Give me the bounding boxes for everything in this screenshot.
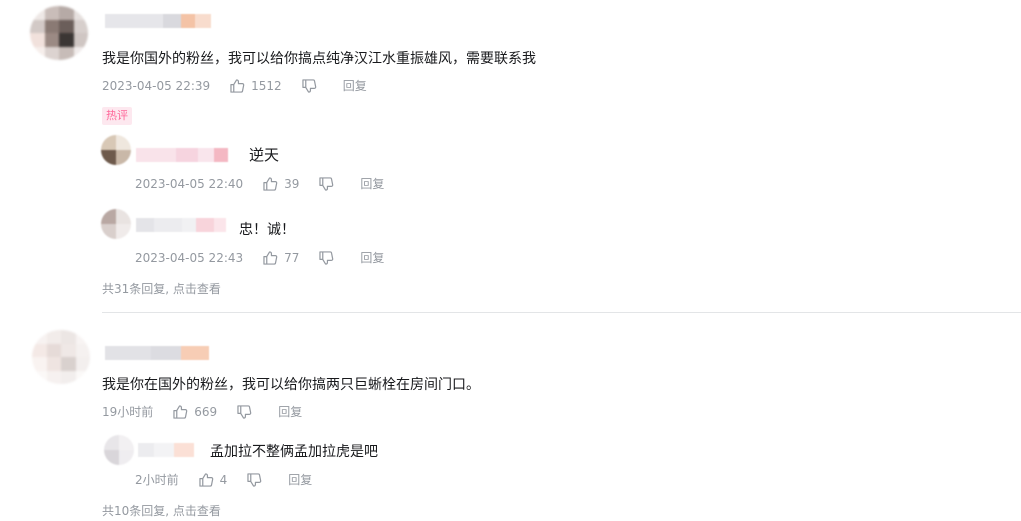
like-count: 669 bbox=[194, 404, 218, 419]
reply-time: 2小时前 bbox=[135, 473, 179, 487]
thumb-up-icon bbox=[263, 176, 278, 191]
username[interactable] bbox=[136, 148, 228, 162]
like-button[interactable]: 669 bbox=[173, 405, 217, 419]
thumb-down-icon bbox=[247, 472, 262, 487]
thumb-down-icon bbox=[237, 404, 252, 419]
username[interactable] bbox=[105, 14, 211, 28]
like-count: 4 bbox=[219, 472, 228, 487]
thumb-up-icon bbox=[263, 250, 278, 265]
thumb-up-icon bbox=[230, 78, 245, 93]
comment-text: 我是你国外的粉丝，我可以给你搞点纯净汉江水重振雄风，需要联系我 bbox=[102, 51, 536, 67]
like-count: 1512 bbox=[251, 78, 282, 93]
reply-time: 2023-04-05 22:40 bbox=[135, 176, 244, 191]
thumb-down-icon bbox=[302, 78, 316, 93]
view-more-replies-link[interactable]: 共10条回复, 点击查看 bbox=[102, 502, 221, 519]
thumb-up-icon bbox=[199, 472, 213, 487]
reply-meta: 2023-04-05 22:43 77 回复 bbox=[135, 249, 384, 266]
thumb-down-icon bbox=[319, 250, 334, 265]
avatar[interactable] bbox=[101, 209, 131, 239]
like-button[interactable]: 4 bbox=[199, 472, 228, 487]
view-more-replies-link[interactable]: 共31条回复, 点击查看 bbox=[102, 280, 221, 297]
like-button[interactable]: 39 bbox=[263, 177, 299, 191]
dislike-button[interactable] bbox=[237, 404, 252, 419]
reply-button[interactable]: 回复 bbox=[360, 249, 384, 266]
like-button[interactable]: 77 bbox=[263, 251, 299, 265]
reply-time: 2023-04-05 22:43 bbox=[135, 250, 244, 265]
dislike-button[interactable] bbox=[319, 250, 334, 265]
hot-comment-badge: 热评 bbox=[102, 107, 132, 125]
username[interactable] bbox=[138, 443, 194, 457]
dislike-button[interactable] bbox=[302, 78, 317, 93]
reply-meta: 2023-04-05 22:40 39 回复 bbox=[135, 175, 384, 192]
avatar[interactable] bbox=[32, 330, 90, 384]
comment-meta: 19小时前 669 回复 bbox=[102, 403, 302, 420]
comment-meta: 2023-04-05 22:39 1512 回复 bbox=[102, 77, 367, 94]
comment-time: 2023-04-05 22:39 bbox=[102, 78, 211, 93]
reply-text: 逆天 bbox=[249, 146, 280, 164]
avatar[interactable] bbox=[104, 435, 134, 465]
reply-text: 忠！诚！ bbox=[239, 222, 295, 238]
thumb-down-icon bbox=[319, 176, 334, 191]
avatar[interactable] bbox=[30, 6, 88, 60]
reply-meta: 2小时前 4 回复 bbox=[135, 471, 312, 488]
like-count: 77 bbox=[284, 250, 300, 265]
thumb-up-icon bbox=[173, 404, 188, 419]
dislike-button[interactable] bbox=[247, 472, 262, 487]
like-count: 39 bbox=[284, 176, 300, 191]
reply-button[interactable]: 回复 bbox=[360, 175, 384, 192]
comment-text: 我是你在国外的粉丝，我可以给你搞两只巨蜥栓在房间门口。 bbox=[102, 377, 480, 393]
reply-text: 孟加拉不整俩孟加拉虎是吧 bbox=[210, 444, 378, 460]
comment-time: 19小时前 bbox=[102, 405, 154, 419]
dislike-button[interactable] bbox=[319, 176, 334, 191]
username[interactable] bbox=[105, 346, 209, 360]
reply-button[interactable]: 回复 bbox=[288, 471, 312, 488]
reply-button[interactable]: 回复 bbox=[278, 403, 302, 420]
reply-button[interactable]: 回复 bbox=[343, 77, 367, 94]
like-button[interactable]: 1512 bbox=[230, 79, 282, 93]
avatar[interactable] bbox=[101, 135, 131, 165]
comment-divider bbox=[102, 312, 1021, 313]
username[interactable] bbox=[136, 218, 226, 232]
